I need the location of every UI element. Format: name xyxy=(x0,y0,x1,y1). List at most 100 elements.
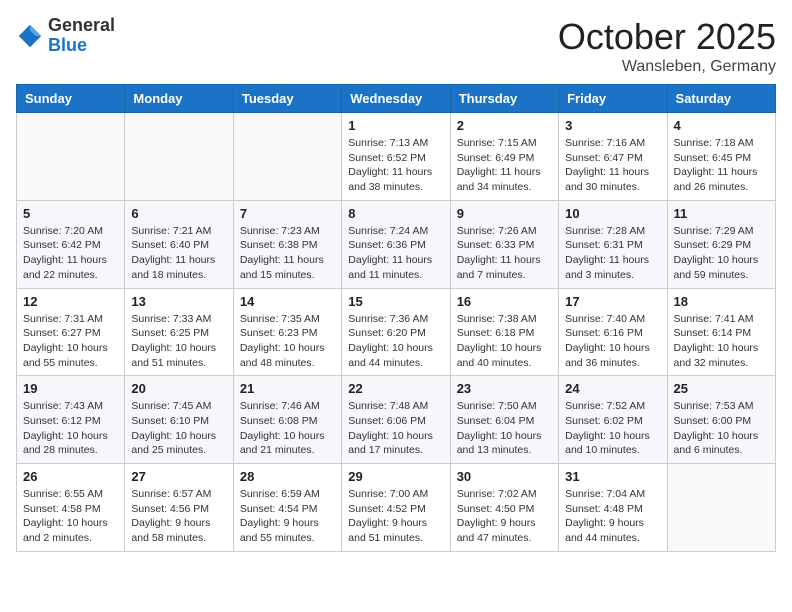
calendar-cell: 10 Sunrise: 7:28 AM Sunset: 6:31 PM Dayli… xyxy=(559,200,667,288)
day-info: Sunrise: 7:26 AM Sunset: 6:33 PM Dayligh… xyxy=(457,224,552,283)
day-info: Sunrise: 7:45 AM Sunset: 6:10 PM Dayligh… xyxy=(131,399,226,458)
location: Wansleben, Germany xyxy=(558,58,776,76)
calendar-cell: 16 Sunrise: 7:38 AM Sunset: 6:18 PM Dayli… xyxy=(450,288,558,376)
day-info: Sunrise: 7:53 AM Sunset: 6:00 PM Dayligh… xyxy=(674,399,769,458)
month-title: October 2025 xyxy=(558,16,776,58)
week-row-2: 5 Sunrise: 7:20 AM Sunset: 6:42 PM Daylig… xyxy=(17,200,776,288)
calendar-cell xyxy=(17,113,125,201)
calendar-cell: 21 Sunrise: 7:46 AM Sunset: 6:08 PM Dayli… xyxy=(233,376,341,464)
day-info: Sunrise: 7:04 AM Sunset: 4:48 PM Dayligh… xyxy=(565,487,660,546)
calendar-cell: 3Sunrise: 7:16 AM Sunset: 6:47 PM Daylig… xyxy=(559,113,667,201)
weekday-header-tuesday: Tuesday xyxy=(233,85,341,113)
calendar-cell: 20 Sunrise: 7:45 AM Sunset: 6:10 PM Dayli… xyxy=(125,376,233,464)
day-info: Sunrise: 7:33 AM Sunset: 6:25 PM Dayligh… xyxy=(131,312,226,371)
day-number: 1 xyxy=(348,118,443,133)
title-area: October 2025 Wansleben, Germany xyxy=(558,16,776,76)
day-info: Sunrise: 7:29 AM Sunset: 6:29 PM Dayligh… xyxy=(674,224,769,283)
day-info: Sunrise: 6:59 AM Sunset: 4:54 PM Dayligh… xyxy=(240,487,335,546)
weekday-header-thursday: Thursday xyxy=(450,85,558,113)
weekday-header-saturday: Saturday xyxy=(667,85,775,113)
calendar-cell xyxy=(233,113,341,201)
calendar-cell: 7 Sunrise: 7:23 AM Sunset: 6:38 PM Daylig… xyxy=(233,200,341,288)
calendar-cell: 25 Sunrise: 7:53 AM Sunset: 6:00 PM Dayli… xyxy=(667,376,775,464)
day-number: 20 xyxy=(131,381,226,396)
calendar-cell: 23Sunrise: 7:50 AM Sunset: 6:04 PM Dayli… xyxy=(450,376,558,464)
day-info: Sunrise: 7:41 AM Sunset: 6:14 PM Dayligh… xyxy=(674,312,769,371)
day-number: 3 xyxy=(565,118,660,133)
day-number: 21 xyxy=(240,381,335,396)
weekday-header-row: SundayMondayTuesdayWednesdayThursdayFrid… xyxy=(17,85,776,113)
logo-general-text: General xyxy=(48,16,115,36)
weekday-header-friday: Friday xyxy=(559,85,667,113)
logo: General Blue xyxy=(16,16,115,56)
day-number: 19 xyxy=(23,381,118,396)
calendar-cell: 12Sunrise: 7:31 AM Sunset: 6:27 PM Dayli… xyxy=(17,288,125,376)
day-number: 14 xyxy=(240,294,335,309)
day-number: 28 xyxy=(240,469,335,484)
calendar-cell: 5 Sunrise: 7:20 AM Sunset: 6:42 PM Daylig… xyxy=(17,200,125,288)
calendar-cell: 19 Sunrise: 7:43 AM Sunset: 6:12 PM Dayli… xyxy=(17,376,125,464)
calendar-cell: 31Sunrise: 7:04 AM Sunset: 4:48 PM Dayli… xyxy=(559,464,667,552)
day-number: 26 xyxy=(23,469,118,484)
day-info: Sunrise: 7:02 AM Sunset: 4:50 PM Dayligh… xyxy=(457,487,552,546)
calendar-cell: 15Sunrise: 7:36 AM Sunset: 6:20 PM Dayli… xyxy=(342,288,450,376)
day-info: Sunrise: 6:55 AM Sunset: 4:58 PM Dayligh… xyxy=(23,487,118,546)
day-number: 18 xyxy=(674,294,769,309)
day-number: 22 xyxy=(348,381,443,396)
logo-text: General Blue xyxy=(48,16,115,56)
day-number: 6 xyxy=(131,206,226,221)
day-number: 16 xyxy=(457,294,552,309)
day-number: 4 xyxy=(674,118,769,133)
calendar-cell: 30Sunrise: 7:02 AM Sunset: 4:50 PM Dayli… xyxy=(450,464,558,552)
day-number: 10 xyxy=(565,206,660,221)
day-info: Sunrise: 7:43 AM Sunset: 6:12 PM Dayligh… xyxy=(23,399,118,458)
day-number: 27 xyxy=(131,469,226,484)
day-info: Sunrise: 7:48 AM Sunset: 6:06 PM Dayligh… xyxy=(348,399,443,458)
day-info: Sunrise: 7:15 AM Sunset: 6:49 PM Dayligh… xyxy=(457,136,552,195)
day-number: 7 xyxy=(240,206,335,221)
day-info: Sunrise: 7:00 AM Sunset: 4:52 PM Dayligh… xyxy=(348,487,443,546)
day-info: Sunrise: 7:40 AM Sunset: 6:16 PM Dayligh… xyxy=(565,312,660,371)
calendar-cell: 13 Sunrise: 7:33 AM Sunset: 6:25 PM Dayli… xyxy=(125,288,233,376)
day-number: 9 xyxy=(457,206,552,221)
day-info: Sunrise: 7:21 AM Sunset: 6:40 PM Dayligh… xyxy=(131,224,226,283)
day-number: 24 xyxy=(565,381,660,396)
day-number: 5 xyxy=(23,206,118,221)
logo-blue-text: Blue xyxy=(48,36,115,56)
calendar-cell: 1 Sunrise: 7:13 AM Sunset: 6:52 PM Daylig… xyxy=(342,113,450,201)
calendar-cell: 28 Sunrise: 6:59 AM Sunset: 4:54 PM Dayli… xyxy=(233,464,341,552)
day-number: 29 xyxy=(348,469,443,484)
weekday-header-monday: Monday xyxy=(125,85,233,113)
day-info: Sunrise: 7:31 AM Sunset: 6:27 PM Dayligh… xyxy=(23,312,118,371)
day-info: Sunrise: 7:18 AM Sunset: 6:45 PM Dayligh… xyxy=(674,136,769,195)
day-info: Sunrise: 7:13 AM Sunset: 6:52 PM Dayligh… xyxy=(348,136,443,195)
day-number: 11 xyxy=(674,206,769,221)
day-info: Sunrise: 7:38 AM Sunset: 6:18 PM Dayligh… xyxy=(457,312,552,371)
day-info: Sunrise: 7:28 AM Sunset: 6:31 PM Dayligh… xyxy=(565,224,660,283)
calendar-cell xyxy=(667,464,775,552)
day-info: Sunrise: 7:23 AM Sunset: 6:38 PM Dayligh… xyxy=(240,224,335,283)
week-row-4: 19 Sunrise: 7:43 AM Sunset: 6:12 PM Dayli… xyxy=(17,376,776,464)
calendar-cell: 6 Sunrise: 7:21 AM Sunset: 6:40 PM Daylig… xyxy=(125,200,233,288)
day-info: Sunrise: 6:57 AM Sunset: 4:56 PM Dayligh… xyxy=(131,487,226,546)
day-info: Sunrise: 7:20 AM Sunset: 6:42 PM Dayligh… xyxy=(23,224,118,283)
weekday-header-sunday: Sunday xyxy=(17,85,125,113)
calendar-cell: 27 Sunrise: 6:57 AM Sunset: 4:56 PM Dayli… xyxy=(125,464,233,552)
week-row-5: 26 Sunrise: 6:55 AM Sunset: 4:58 PM Dayli… xyxy=(17,464,776,552)
day-number: 25 xyxy=(674,381,769,396)
calendar-cell: 29 Sunrise: 7:00 AM Sunset: 4:52 PM Dayli… xyxy=(342,464,450,552)
calendar-cell xyxy=(125,113,233,201)
day-number: 23 xyxy=(457,381,552,396)
header: General Blue October 2025 Wansleben, Ger… xyxy=(16,16,776,76)
calendar-cell: 24 Sunrise: 7:52 AM Sunset: 6:02 PM Dayli… xyxy=(559,376,667,464)
logo-icon xyxy=(16,22,44,50)
day-info: Sunrise: 7:52 AM Sunset: 6:02 PM Dayligh… xyxy=(565,399,660,458)
calendar-cell: 8Sunrise: 7:24 AM Sunset: 6:36 PM Daylig… xyxy=(342,200,450,288)
day-number: 13 xyxy=(131,294,226,309)
weekday-header-wednesday: Wednesday xyxy=(342,85,450,113)
day-number: 17 xyxy=(565,294,660,309)
day-number: 2 xyxy=(457,118,552,133)
day-info: Sunrise: 7:46 AM Sunset: 6:08 PM Dayligh… xyxy=(240,399,335,458)
calendar-cell: 22 Sunrise: 7:48 AM Sunset: 6:06 PM Dayli… xyxy=(342,376,450,464)
calendar-cell: 11 Sunrise: 7:29 AM Sunset: 6:29 PM Dayli… xyxy=(667,200,775,288)
